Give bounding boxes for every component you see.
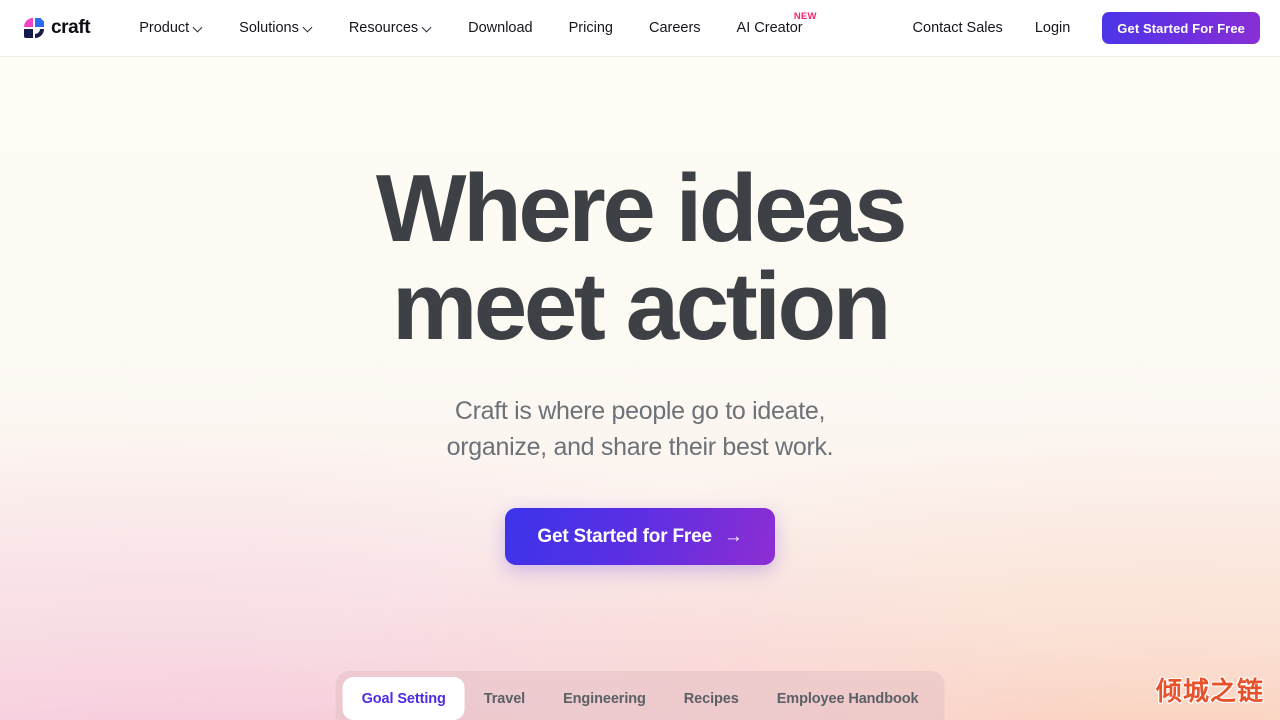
hero-subtitle-line-1: Craft is where people go to ideate, xyxy=(454,397,826,425)
login-link[interactable]: Login xyxy=(1019,0,1086,56)
nav-left-group: craft Product Solutions Resources Downlo… xyxy=(0,0,821,56)
hero-title-line-2: meet action xyxy=(391,253,891,360)
tab-goal-setting-label: Goal Setting xyxy=(361,690,446,707)
tab-goal-setting[interactable]: Goal Setting xyxy=(342,677,465,720)
contact-sales-label: Contact Sales xyxy=(912,20,1003,36)
nav-item-download[interactable]: Download xyxy=(450,0,551,56)
chevron-down-icon xyxy=(194,23,203,32)
tab-engineering-label: Engineering xyxy=(563,690,646,707)
get-started-for-free-button[interactable]: Get Started For Free xyxy=(1102,12,1260,44)
hero-cta-container: Get Started for Free → xyxy=(0,508,1280,565)
nav-item-download-label: Download xyxy=(468,20,533,36)
tab-engineering[interactable]: Engineering xyxy=(544,677,665,720)
page-title: Where ideas meet action xyxy=(0,160,1280,356)
nav-item-resources[interactable]: Resources xyxy=(331,0,450,56)
hero-get-started-button[interactable]: Get Started for Free → xyxy=(505,508,775,565)
nav-item-solutions[interactable]: Solutions xyxy=(221,0,331,56)
nav-item-careers-label: Careers xyxy=(648,20,701,36)
get-started-for-free-label: Get Started For Free xyxy=(1117,20,1245,36)
arrow-right-icon: → xyxy=(723,526,743,547)
page-root: craft Product Solutions Resources Downlo… xyxy=(0,0,1280,720)
tab-travel-label: Travel xyxy=(483,690,526,707)
logo-quadrant-top-left xyxy=(24,18,33,27)
watermark-text: 倾城之链 xyxy=(1155,676,1264,706)
primary-nav-links: Product Solutions Resources Download Pri… xyxy=(121,0,820,56)
nav-item-careers[interactable]: Careers xyxy=(631,0,719,56)
brand-logo-link[interactable]: craft xyxy=(24,17,91,39)
hero-section: Where ideas meet action Craft is where p… xyxy=(0,57,1280,565)
logo-quadrant-bottom-right xyxy=(35,29,44,38)
hero-subtitle: Craft is where people go to ideate, orga… xyxy=(0,393,1280,465)
login-label: Login xyxy=(1034,20,1071,36)
template-tab-bar: Goal Setting Travel Engineering Recipes … xyxy=(335,671,945,720)
top-navigation-bar: craft Product Solutions Resources Downlo… xyxy=(0,0,1280,57)
nav-item-solutions-label: Solutions xyxy=(239,20,299,36)
logo-quadrant-top-right xyxy=(35,18,44,27)
nav-item-ai-creator-label: AI Creator xyxy=(736,20,803,36)
nav-item-resources-label: Resources xyxy=(348,20,419,36)
nav-item-product[interactable]: Product xyxy=(121,0,221,56)
nav-right-group: Contact Sales Login Get Started For Free xyxy=(897,0,1280,56)
craft-logo-icon xyxy=(24,18,44,38)
chevron-down-icon xyxy=(423,23,432,32)
hero-title-line-1: Where ideas xyxy=(375,155,908,262)
chevron-down-icon xyxy=(304,23,313,32)
nav-item-pricing[interactable]: Pricing xyxy=(551,0,631,56)
nav-item-ai-creator[interactable]: AI Creator NEW xyxy=(719,0,821,56)
tab-travel[interactable]: Travel xyxy=(465,677,544,720)
contact-sales-link[interactable]: Contact Sales xyxy=(897,0,1019,56)
tab-employee-handbook[interactable]: Employee Handbook xyxy=(758,677,938,720)
tab-recipes[interactable]: Recipes xyxy=(665,677,758,720)
brand-wordmark: craft xyxy=(51,17,91,38)
tab-recipes-label: Recipes xyxy=(683,690,739,707)
new-badge: NEW xyxy=(793,11,817,22)
tab-employee-handbook-label: Employee Handbook xyxy=(776,690,919,707)
nav-item-product-label: Product xyxy=(139,20,190,36)
hero-get-started-label: Get Started for Free xyxy=(537,525,712,547)
hero-subtitle-line-2: organize, and share their best work. xyxy=(446,433,834,461)
nav-item-pricing-label: Pricing xyxy=(568,20,613,36)
logo-quadrant-bottom-left xyxy=(24,29,33,38)
